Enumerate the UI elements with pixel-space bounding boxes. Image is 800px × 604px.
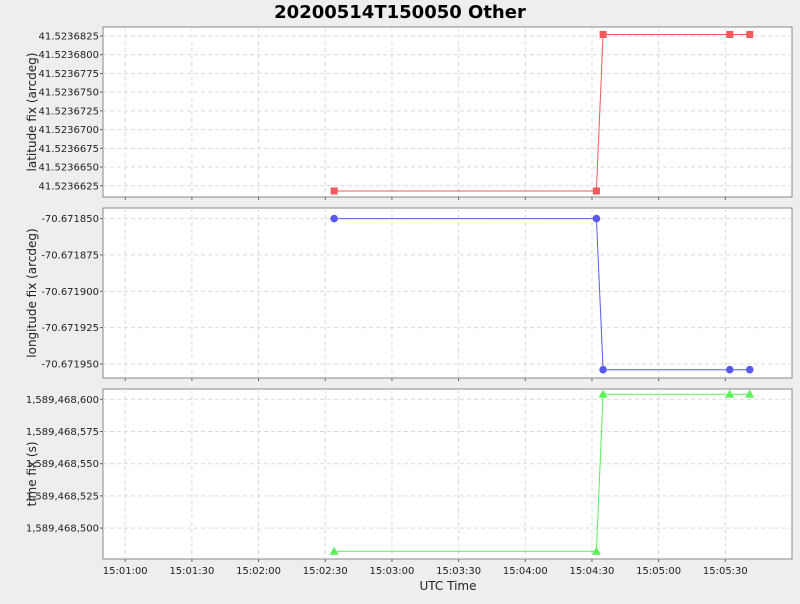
- x-tick-label: 15:02:00: [236, 566, 281, 577]
- y-axis-label: latitude fix (arcdeg): [25, 53, 39, 172]
- x-tick-label: 15:03:30: [436, 566, 481, 577]
- y-tick-label: 41.5236675: [39, 144, 99, 155]
- x-tick-label: 15:04:30: [570, 566, 615, 577]
- data-point: [330, 187, 338, 195]
- data-point: [592, 214, 601, 223]
- y-tick-label: 41.5236650: [39, 163, 99, 174]
- x-tick-label: 15:03:00: [369, 566, 414, 577]
- data-point: [726, 30, 734, 38]
- x-tick-label: 15:05:30: [703, 566, 748, 577]
- y-tick-label: 41.5236625: [39, 181, 99, 192]
- data-point: [725, 365, 734, 374]
- x-tick-label: 15:01:00: [103, 566, 148, 577]
- chart-title: 20200514T150050 Other: [274, 2, 526, 23]
- y-tick-label: -70.671950: [41, 359, 99, 370]
- y-tick-label: 1,589,468,500: [26, 524, 99, 535]
- y-tick-label: 41.5236775: [39, 69, 99, 80]
- data-point: [330, 214, 338, 223]
- x-axis-label: UTC Time: [420, 579, 477, 593]
- y-tick-label: 41.5236700: [39, 125, 99, 136]
- x-tick-label: 15:04:00: [503, 566, 548, 577]
- x-tick-label: 15:02:30: [303, 566, 348, 577]
- y-tick-label: 1,589,468,575: [26, 427, 99, 438]
- y-tick-label: -70.671925: [41, 323, 99, 334]
- y-tick-label: 1,589,468,600: [26, 395, 99, 406]
- data-point: [592, 187, 600, 195]
- data-point: [599, 365, 607, 374]
- y-axis-label: longitude fix (arcdeg): [25, 228, 39, 357]
- data-point: [746, 30, 754, 38]
- y-tick-label: 41.5236825: [39, 31, 99, 42]
- plot-area: [102, 207, 793, 379]
- chart: 20200514T150050 Other UTC Time 41.523682…: [0, 0, 800, 600]
- y-tick-label: 41.5236800: [39, 50, 99, 61]
- y-tick-label: 41.5236725: [39, 106, 99, 117]
- chart-svg: 20200514T150050 Other UTC Time 41.523682…: [25, 2, 793, 593]
- data-point: [745, 365, 754, 374]
- data-point: [599, 30, 607, 38]
- y-tick-label: -70.671850: [41, 214, 99, 225]
- x-tick-label: 15:01:30: [169, 566, 214, 577]
- x-tick-label: 15:05:00: [636, 566, 681, 577]
- plot-area: [102, 388, 793, 560]
- y-tick-label: 41.5236750: [39, 88, 99, 99]
- y-tick-label: -70.671900: [41, 287, 99, 298]
- plot-area: [102, 26, 793, 198]
- y-axis-label: time fix (s): [25, 441, 39, 506]
- y-tick-label: -70.671875: [41, 250, 99, 261]
